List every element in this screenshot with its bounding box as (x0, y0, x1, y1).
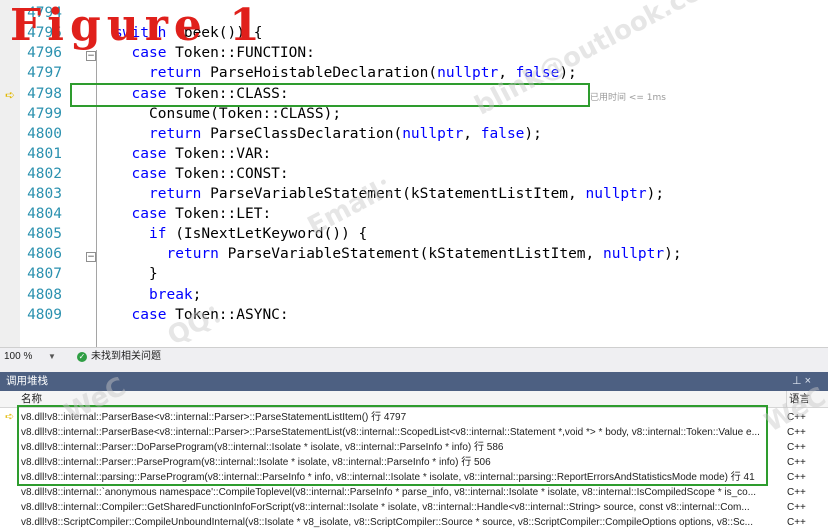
line-number: 4797 (27, 65, 62, 82)
code-token: if (149, 226, 167, 243)
code-token: ); (646, 186, 665, 202)
code-token: ParseHoistableDeclaration( (201, 65, 438, 82)
code-token: case (131, 145, 167, 162)
code-line[interactable]: 4803 return ParseVariableStatement(kState… (0, 184, 828, 204)
frame-language: C++ (787, 472, 806, 483)
code-token: nullptr (603, 246, 665, 263)
code-token: Token::VAR: (166, 145, 272, 162)
call-stack-row[interactable]: v8.dll!v8::internal::Compiler::GetShared… (0, 500, 828, 515)
code-token: ); (524, 125, 542, 142)
code-line[interactable]: 4801 case Token::VAR: (0, 144, 828, 164)
code-token: } (149, 266, 158, 283)
code-line[interactable]: 4800 return ParseClassDeclaration(nullptr… (0, 124, 828, 144)
panel-title: 调用堆栈 (6, 375, 48, 387)
line-number: 4801 (27, 145, 62, 162)
line-number: 4804 (27, 206, 62, 223)
code-line[interactable]: 4806 return ParseVariableStatement(kState… (0, 244, 828, 264)
code-token: ParseClassDeclaration( (201, 125, 403, 142)
code-text: case Token::VAR: (132, 144, 272, 164)
frame-language: C++ (787, 442, 806, 453)
code-line[interactable]: 4804 case Token::LET: (0, 204, 828, 224)
code-token: case (131, 165, 167, 182)
zoom-level[interactable]: 100 % (4, 348, 32, 366)
current-frame-arrow-icon: ➪ (5, 411, 15, 423)
line-number: 4809 (27, 306, 62, 323)
frame-language: C++ (787, 457, 806, 468)
fold-toggle-icon[interactable]: − (86, 252, 96, 262)
line-number: 4803 (27, 186, 62, 202)
frame-language: C++ (787, 502, 806, 513)
frame-language: C++ (787, 487, 806, 498)
line-number: 4798 (27, 85, 62, 102)
frame-name: v8.dll!v8::internal::`anonymous namespac… (21, 487, 757, 498)
check-circle-icon: ✓ (77, 352, 87, 362)
code-line[interactable]: 4797 return ParseHoistableDeclaration(nul… (0, 63, 828, 83)
highlight-box-stack-frames (17, 405, 768, 486)
code-token: return (166, 246, 219, 263)
code-line[interactable]: 4807} (0, 264, 828, 284)
call-stack-row[interactable]: v8.dll!v8::internal::`anonymous namespac… (0, 485, 828, 500)
code-token: Token::LET: (166, 206, 272, 223)
call-stack-panel: 调用堆栈 ⊥ × 名称 语言 v8.dll!v8::internal::Pars… (0, 372, 828, 528)
code-line[interactable]: 4809 case Token::ASYNC: (0, 305, 828, 325)
line-number: 4805 (27, 226, 62, 243)
line-number: 4807 (27, 266, 62, 283)
frame-name: v8.dll!v8::internal::Compiler::GetShared… (21, 502, 750, 513)
line-number: 4808 (27, 286, 62, 303)
code-token: ); (664, 246, 682, 263)
code-text: } (149, 264, 158, 284)
fold-toggle-icon[interactable]: − (86, 51, 96, 61)
code-token: nullptr (585, 186, 647, 202)
code-token: false (480, 125, 525, 142)
code-text: case Token::CONST: (132, 164, 289, 184)
code-token: nullptr (402, 125, 464, 142)
code-editor[interactable]: 4793// LetOrConst BindingList[?In, ?Yiel… (0, 0, 828, 347)
code-token: Consume(Token::CLASS); (149, 105, 342, 122)
chevron-down-icon[interactable]: ▼ (48, 348, 56, 366)
editor-status-bar: 100 % ▼ ✓ 未找到相关问题 (0, 347, 828, 367)
line-number: 4802 (27, 165, 62, 182)
code-token: ParseVariableStatement(kStatementListIte… (218, 246, 603, 263)
code-token: nullptr (437, 65, 499, 82)
line-number: 4800 (27, 125, 62, 142)
figure-label: Figure 1 (10, 0, 266, 51)
code-line[interactable]: 4808 break; (0, 285, 828, 305)
code-token: return (149, 65, 202, 82)
elapsed-time-hint: 已用时间 <= 1ms (590, 93, 666, 103)
issues-status[interactable]: 未找到相关问题 (91, 348, 161, 366)
current-statement-arrow-icon: ➪ (5, 88, 16, 102)
line-number: 4799 (27, 105, 62, 122)
code-text: return ParseVariableStatement(kStatement… (167, 244, 682, 264)
code-token: break (149, 286, 193, 303)
line-number: 4806 (27, 246, 62, 263)
code-token: return (149, 186, 202, 202)
code-text: case Token::LET: (132, 204, 272, 224)
code-token: case (131, 206, 167, 223)
code-line[interactable]: 4805 if (IsNextLetKeyword()) { (0, 224, 828, 244)
code-token: , (463, 125, 481, 142)
code-text: return ParseClassDeclaration(nullptr, fa… (149, 124, 542, 144)
code-line[interactable]: 4802 case Token::CONST: (0, 164, 828, 184)
code-token: Token::CONST: (166, 165, 289, 182)
code-token: return (149, 125, 202, 142)
